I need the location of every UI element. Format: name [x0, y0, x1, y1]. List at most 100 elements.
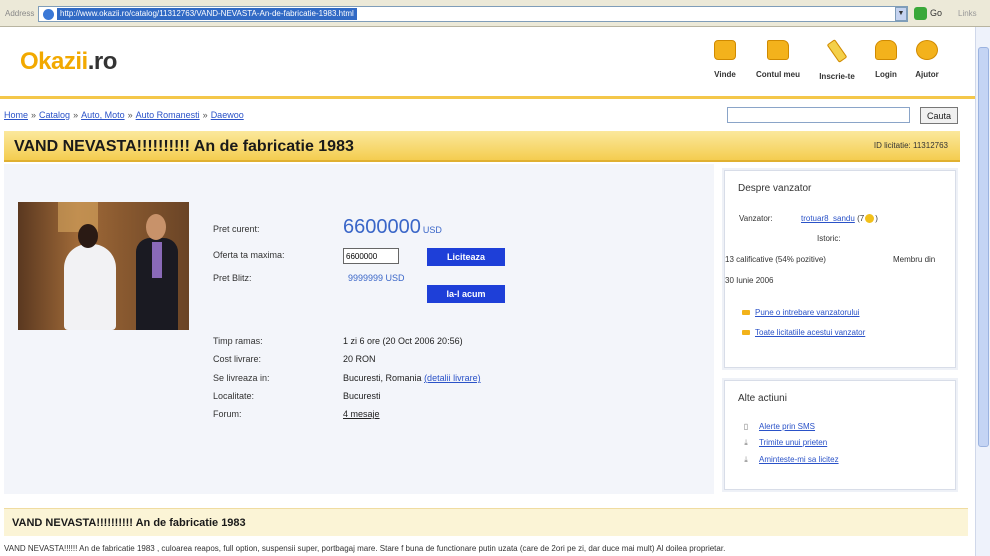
- current-price: 6600000 USD: [343, 216, 442, 239]
- listing-title-bar: VAND NEVASTA!!!!!!!!!! An de fabricatie …: [4, 131, 960, 162]
- logo-text-domain: .ro: [87, 48, 118, 75]
- listing-id-value: 11312763: [913, 141, 948, 150]
- url-text[interactable]: http://www.okazii.ro/catalog/11312763/VA…: [57, 8, 357, 20]
- phone-icon: ▯: [743, 422, 749, 431]
- links-label[interactable]: Links: [958, 9, 977, 18]
- pencil-icon: [826, 39, 848, 63]
- current-price-currency: USD: [422, 225, 442, 235]
- help-icon: [916, 40, 938, 60]
- breadcrumb-separator: »: [202, 110, 208, 120]
- photo-bride-head: [78, 224, 98, 248]
- reminder-icon: ⤓: [744, 455, 748, 464]
- sms-alert-link[interactable]: Alerte prin SMS: [759, 422, 815, 431]
- nav-sell[interactable]: Vinde: [698, 40, 752, 86]
- url-input[interactable]: http://www.okazii.ro/catalog/11312763/VA…: [38, 6, 908, 22]
- scrollbar-thumb[interactable]: [978, 47, 989, 447]
- seller-info: trotuar8_sandu (7): [801, 214, 878, 224]
- photo-groom-tie: [152, 242, 162, 278]
- okazii-logo[interactable]: Okazii.ro: [20, 48, 117, 76]
- nav-sell-label: Vinde: [714, 70, 736, 79]
- max-offer-input[interactable]: [343, 248, 399, 264]
- listing-id-label: ID licitatie:: [873, 141, 911, 150]
- seller-name-link[interactable]: trotuar8_sandu: [801, 214, 855, 223]
- seller-score-close: ): [875, 214, 878, 223]
- breadcrumb-separator: »: [127, 110, 133, 120]
- breadcrumb-separator: »: [73, 110, 79, 120]
- go-arrow-icon: [914, 7, 927, 20]
- buy-now-button[interactable]: Ia-l acum: [427, 285, 505, 303]
- description-header: VAND NEVASTA!!!!!!!!!! An de fabricatie …: [4, 508, 968, 536]
- send-friend-link[interactable]: Trimite unui prieten: [759, 438, 827, 447]
- arrow-icon: [742, 310, 750, 315]
- seller-box: Despre vanzator Vanzator: trotuar8_sandu…: [724, 170, 956, 368]
- bid-button[interactable]: Liciteaza: [427, 248, 505, 266]
- member-since-date: 30 Iunie 2006: [725, 276, 774, 285]
- nav-help[interactable]: Ajutor: [900, 40, 954, 86]
- breadcrumb-auto-romanesti[interactable]: Auto Romanesti: [136, 110, 200, 120]
- detail-label: Forum:: [213, 409, 242, 419]
- member-since-label: Membru din: [893, 255, 936, 264]
- search-button[interactable]: Cauta: [920, 107, 958, 124]
- detail-value: Bucuresti, Romania (detalii livrare): [343, 373, 481, 383]
- lock-icon: [875, 40, 897, 60]
- nav-my-account[interactable]: Contul meu: [751, 40, 805, 86]
- detail-value: 1 zi 6 ore (20 Oct 2006 20:56): [343, 336, 463, 346]
- seller-label: Vanzator:: [739, 214, 773, 223]
- remind-me-link[interactable]: Aminteste-mi sa licitez: [759, 455, 839, 464]
- page-icon: [43, 9, 54, 20]
- go-button[interactable]: Go: [914, 6, 946, 22]
- ratings-summary: 13 calificative (54% pozitive): [725, 255, 826, 264]
- breadcrumb-home[interactable]: Home: [4, 110, 28, 120]
- description-title: VAND NEVASTA!!!!!!!!!! An de fabricatie …: [12, 517, 246, 529]
- blitz-price-label: Pret Blitz:: [213, 273, 252, 283]
- nav-register-label: Inscrie-te: [819, 72, 855, 81]
- actions-box-title: Alte actiuni: [738, 393, 787, 404]
- actions-box: Alte actiuni ▯ Alerte prin SMS ⤓ Trimite…: [724, 380, 956, 490]
- breadcrumb-auto-moto[interactable]: Auto, Moto: [81, 110, 125, 120]
- photo-groom-head: [146, 214, 166, 240]
- seller-listings-link[interactable]: Toate licitatiile acestui vanzator: [755, 328, 865, 337]
- ask-seller-link[interactable]: Pune o intrebare vanzatorului: [755, 308, 860, 317]
- breadcrumb-daewoo[interactable]: Daewoo: [211, 110, 244, 120]
- browser-address-bar: Address http://www.okazii.ro/catalog/113…: [0, 0, 990, 27]
- current-price-label: Pret curent:: [213, 224, 260, 234]
- nav-help-label: Ajutor: [915, 70, 939, 79]
- star-icon: [865, 214, 875, 224]
- seller-box-title: Despre vanzator: [738, 183, 812, 194]
- detail-value: 20 RON: [343, 354, 376, 364]
- search-input[interactable]: [727, 107, 910, 123]
- breadcrumb-catalog[interactable]: Catalog: [39, 110, 70, 120]
- detail-label: Cost livrare:: [213, 354, 262, 364]
- listing-id: ID licitatie: 11312763: [874, 141, 948, 150]
- detail-label: Se livreaza in:: [213, 373, 270, 383]
- shipping-details-link[interactable]: (detalii livrare): [424, 373, 481, 383]
- blitz-price-value: 9999999 USD: [348, 273, 405, 283]
- shipping-location: Bucuresti, Romania: [343, 373, 422, 383]
- go-label: Go: [930, 8, 943, 18]
- arrow-icon: [742, 330, 750, 335]
- detail-label: Localitate:: [213, 391, 255, 401]
- nav-my-account-label: Contul meu: [756, 70, 800, 79]
- chevron-down-icon[interactable]: ▼: [895, 7, 907, 21]
- seller-score: (7: [857, 214, 865, 223]
- forum-link[interactable]: 4 mesaje: [343, 409, 380, 419]
- ratings-label: Istoric:: [817, 234, 841, 243]
- detail-label: Timp ramas:: [213, 336, 263, 346]
- address-label: Address: [5, 9, 35, 18]
- detail-value: Bucuresti: [343, 391, 381, 401]
- breadcrumb-separator: »: [31, 110, 37, 120]
- logo-text-primary: Okazii: [20, 48, 88, 75]
- vertical-scrollbar[interactable]: [975, 27, 990, 556]
- send-icon: ⤓: [744, 438, 748, 447]
- header-divider: [0, 96, 975, 99]
- photo-bride-dress: [64, 244, 116, 330]
- max-offer-label: Oferta ta maxima:: [213, 250, 285, 260]
- nav-register[interactable]: Inscrie-te: [810, 39, 864, 86]
- current-price-value: 6600000: [343, 216, 421, 238]
- listing-title: VAND NEVASTA!!!!!!!!!! An de fabricatie …: [14, 138, 354, 155]
- listing-photo[interactable]: [18, 202, 189, 330]
- folder-icon: [767, 40, 789, 60]
- breadcrumb: Home» Catalog» Auto, Moto» Auto Romanesti» D…: [4, 110, 244, 120]
- sell-icon: [714, 40, 736, 60]
- description-text: VAND NEVASTA!!!!!! An de fabricatie 1983…: [4, 544, 726, 553]
